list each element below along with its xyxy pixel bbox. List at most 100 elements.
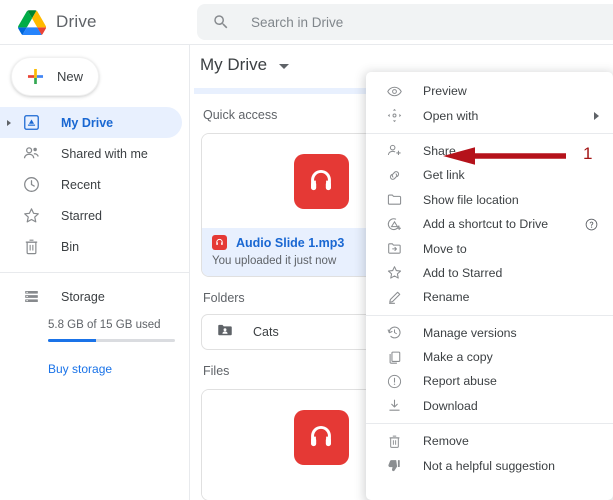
copy-icon — [386, 349, 403, 366]
search-area — [190, 4, 613, 40]
menu-label-report-abuse: Report abuse — [423, 374, 497, 389]
sidebar-divider — [0, 272, 190, 273]
brand-title: Drive — [56, 12, 97, 31]
buy-storage-link[interactable]: Buy storage — [0, 362, 190, 376]
person-add-icon — [386, 142, 403, 159]
menu-label-rename: Rename — [423, 290, 470, 305]
folder-icon — [386, 191, 403, 208]
menu-item-add-to-starred[interactable]: Add to Starred — [366, 261, 613, 285]
menu-item-rename[interactable]: Rename — [366, 285, 613, 309]
link-icon — [386, 167, 403, 184]
menu-separator — [366, 132, 613, 134]
menu-separator — [366, 423, 613, 425]
submenu-indicator — [594, 111, 599, 120]
folder-name-cats: Cats — [253, 325, 279, 339]
menu-label-not-helpful-suggestion: Not a helpful suggestion — [423, 458, 555, 473]
chevron-right-icon — [594, 111, 599, 120]
chevron-down-icon[interactable] — [279, 64, 290, 69]
storage-progress-bar — [48, 339, 175, 342]
menu-item-not-helpful-suggestion[interactable]: Not a helpful suggestion — [366, 453, 613, 477]
menu-item-move-to[interactable]: Move to — [366, 236, 613, 260]
trash-icon — [386, 433, 403, 450]
top-bar: Drive — [0, 0, 613, 45]
menu-top-padding — [366, 72, 613, 79]
shared-folder-icon — [216, 321, 234, 344]
sidebar-label-storage: Storage — [61, 289, 105, 304]
trash-icon — [22, 237, 41, 256]
context-menu: Preview Open with Share Get link Show fi… — [366, 72, 613, 500]
menu-label-move-to: Move to — [423, 241, 467, 256]
storage-icon — [22, 287, 41, 306]
help-icon — [585, 218, 598, 230]
sidebar-label-starred: Starred — [61, 208, 102, 223]
page-title: My Drive — [200, 55, 268, 74]
audio-file-icon — [293, 153, 349, 209]
menu-item-make-a-copy[interactable]: Make a copy — [366, 345, 613, 369]
clock-icon — [22, 175, 41, 194]
menu-label-share: Share — [423, 143, 456, 158]
brand-area[interactable]: Drive — [0, 9, 190, 35]
menu-label-open-with: Open with — [423, 108, 479, 123]
star-icon — [386, 264, 403, 281]
exclamation-icon — [386, 373, 403, 390]
menu-item-add-shortcut[interactable]: Add a shortcut to Drive — [366, 212, 613, 236]
menu-separator — [366, 314, 613, 316]
menu-item-remove[interactable]: Remove — [366, 429, 613, 453]
sidebar-label-my-drive: My Drive — [61, 115, 114, 130]
sidebar: New My Drive Shared with me Recent Starr… — [0, 45, 190, 500]
menu-label-add-to-starred: Add to Starred — [423, 265, 503, 280]
card-file-name: Audio Slide 1.mp3 — [236, 235, 345, 250]
menu-item-preview[interactable]: Preview — [366, 79, 613, 103]
eye-icon — [386, 83, 403, 100]
storage-usage-text: 5.8 GB of 15 GB used — [48, 319, 161, 331]
audio-file-mini-icon — [212, 235, 227, 250]
new-button[interactable]: New — [11, 57, 99, 96]
expand-triangle-icon[interactable] — [7, 119, 11, 126]
star-icon — [22, 206, 41, 225]
google-drive-logo — [18, 9, 47, 35]
menu-label-show-file-location: Show file location — [423, 192, 519, 207]
download-icon — [386, 397, 403, 414]
audio-file-icon — [293, 409, 349, 465]
menu-item-download[interactable]: Download — [366, 394, 613, 418]
sidebar-label-shared-with-me: Shared with me — [61, 146, 148, 161]
shared-with-me-icon — [22, 144, 41, 163]
menu-item-share[interactable]: Share — [366, 139, 613, 163]
sidebar-nav: My Drive Shared with me Recent Starred B… — [0, 107, 190, 376]
new-button-label: New — [57, 69, 84, 84]
menu-item-get-link[interactable]: Get link — [366, 163, 613, 187]
menu-label-manage-versions: Manage versions — [423, 325, 517, 340]
google-drive-window: Drive Search in Drive New My Drive Share… — [0, 0, 613, 500]
menu-label-download: Download — [423, 398, 478, 413]
search-box[interactable] — [197, 4, 613, 40]
menu-label-get-link: Get link — [423, 168, 465, 183]
menu-label-preview: Preview — [423, 84, 467, 99]
my-drive-icon — [22, 113, 41, 132]
sidebar-item-shared-with-me[interactable]: Shared with me — [0, 138, 182, 169]
add-shortcut-icon — [386, 216, 403, 233]
sidebar-item-bin[interactable]: Bin — [0, 231, 182, 262]
sidebar-item-starred[interactable]: Starred — [0, 200, 182, 231]
menu-item-open-with[interactable]: Open with — [366, 103, 613, 127]
help-indicator[interactable] — [584, 217, 599, 232]
sidebar-item-my-drive[interactable]: My Drive — [0, 107, 182, 138]
sidebar-item-recent[interactable]: Recent — [0, 169, 182, 200]
menu-item-show-file-location[interactable]: Show file location — [366, 188, 613, 212]
plus-icon — [26, 67, 45, 86]
menu-item-manage-versions[interactable]: Manage versions — [366, 321, 613, 345]
thumb-down-icon — [386, 457, 403, 474]
move-to-icon — [386, 240, 403, 257]
open-with-icon — [386, 107, 403, 124]
pencil-icon — [386, 289, 403, 306]
sidebar-item-storage[interactable]: Storage — [0, 281, 182, 312]
menu-item-report-abuse[interactable]: Report abuse — [366, 369, 613, 393]
sidebar-label-recent: Recent — [61, 177, 101, 192]
storage-progress-fill — [48, 339, 97, 342]
menu-label-make-a-copy: Make a copy — [423, 350, 493, 365]
menu-label-remove: Remove — [423, 434, 469, 449]
search-icon — [212, 13, 230, 31]
search-input[interactable] — [251, 14, 580, 30]
sidebar-label-bin: Bin — [61, 239, 80, 254]
menu-label-add-shortcut: Add a shortcut to Drive — [423, 217, 549, 232]
history-icon — [386, 324, 403, 341]
